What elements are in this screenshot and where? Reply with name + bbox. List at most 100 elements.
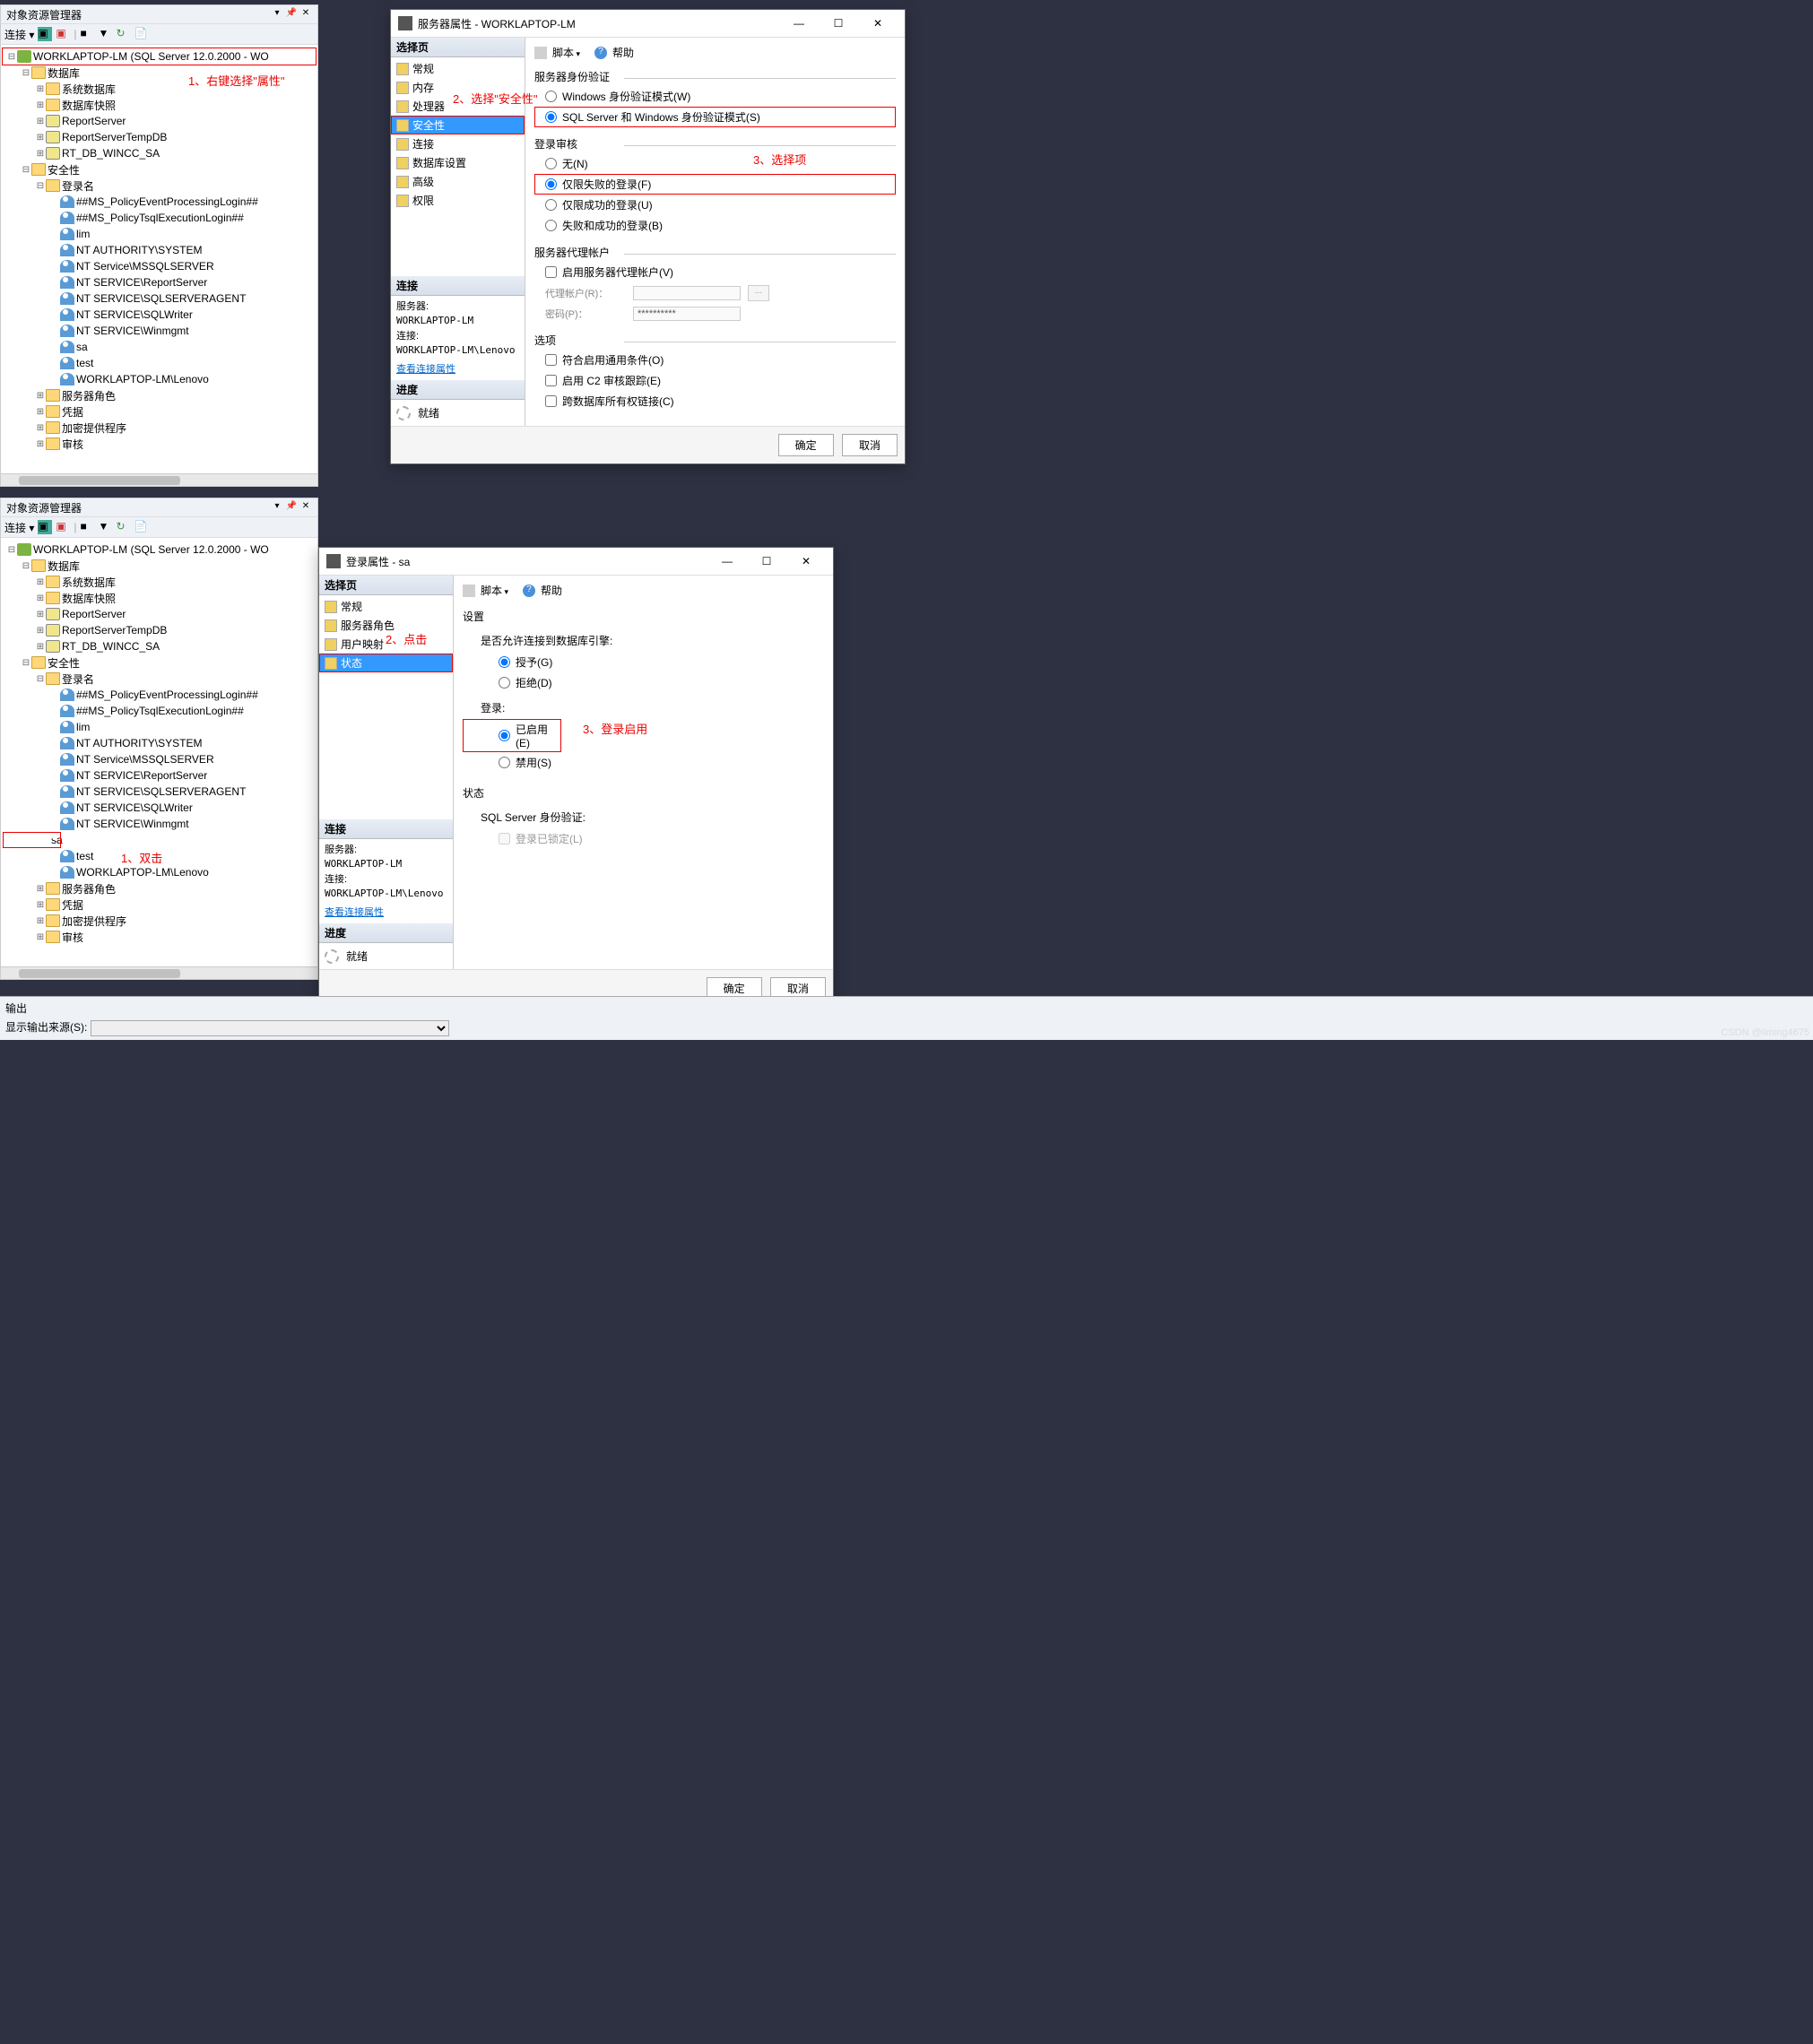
connect-icon[interactable]: ▣ xyxy=(38,27,52,41)
tree-view[interactable]: ⊟WORKLAPTOP-LM (SQL Server 12.0.2000 - W… xyxy=(1,538,317,966)
tree-item[interactable]: ⊞加密提供程序 xyxy=(3,913,316,929)
tree-item[interactable]: ⊞审核 xyxy=(3,929,316,945)
security-node[interactable]: ⊟安全性 xyxy=(3,161,316,178)
tree-item[interactable]: ⊞数据库快照 xyxy=(3,590,316,606)
login-item[interactable]: test xyxy=(3,355,316,371)
script-dropdown[interactable]: 脚本 xyxy=(481,583,508,598)
maximize-button[interactable]: ☐ xyxy=(747,549,786,574)
pin-icon[interactable]: 📌 xyxy=(285,8,298,21)
dialog-titlebar[interactable]: 登录属性 - sa — ☐ ✕ xyxy=(319,548,833,575)
login-item[interactable]: ##MS_PolicyTsqlExecutionLogin## xyxy=(3,703,316,719)
tree-item[interactable]: ⊞ReportServer xyxy=(3,113,316,129)
cross-db-check[interactable] xyxy=(545,395,557,407)
page-permissions[interactable]: 权限 xyxy=(391,191,525,210)
page-general[interactable]: 常规 xyxy=(391,59,525,78)
audit-failed-radio[interactable] xyxy=(545,178,557,190)
close-icon[interactable]: ✕ xyxy=(299,501,312,514)
deny-radio[interactable] xyxy=(499,677,510,689)
view-connection-props-link[interactable]: 查看连接属性 xyxy=(396,364,455,375)
tree-item[interactable]: ⊞加密提供程序 xyxy=(3,420,316,436)
sql-auth-radio[interactable] xyxy=(545,111,557,123)
page-db-settings[interactable]: 数据库设置 xyxy=(391,153,525,172)
horizontal-scrollbar[interactable] xyxy=(1,473,317,486)
dialog-titlebar[interactable]: 服务器属性 - WORKLAPTOP-LM — ☐ ✕ xyxy=(391,10,905,37)
page-status[interactable]: 状态 xyxy=(319,654,453,672)
filter-icon[interactable]: ▼ xyxy=(98,520,112,534)
login-item[interactable]: NT SERVICE\SQLWriter xyxy=(3,307,316,323)
logins-node[interactable]: ⊟登录名 xyxy=(3,671,316,687)
login-item[interactable]: NT SERVICE\SQLWriter xyxy=(3,800,316,816)
close-button[interactable]: ✕ xyxy=(858,11,898,36)
stop-icon[interactable]: ■ xyxy=(80,520,94,534)
maximize-button[interactable]: ☐ xyxy=(819,11,858,36)
login-item[interactable]: WORKLAPTOP-LM\Lenovo xyxy=(3,371,316,387)
output-source-select[interactable] xyxy=(91,1020,449,1036)
audit-success-radio[interactable] xyxy=(545,199,557,211)
tree-item[interactable]: ⊞系统数据库 xyxy=(3,574,316,590)
script-dropdown[interactable]: 脚本 xyxy=(552,45,580,60)
login-item[interactable]: NT SERVICE\ReportServer xyxy=(3,274,316,290)
login-item[interactable]: lim xyxy=(3,719,316,735)
help-button[interactable]: 帮助 xyxy=(541,583,562,598)
login-item[interactable]: ##MS_PolicyEventProcessingLogin## xyxy=(3,687,316,703)
login-item[interactable]: NT SERVICE\Winmgmt xyxy=(3,816,316,832)
logins-node[interactable]: ⊟登录名 xyxy=(3,178,316,194)
help-button[interactable]: 帮助 xyxy=(612,45,634,60)
ok-button[interactable]: 确定 xyxy=(778,434,834,456)
dropdown-icon[interactable]: ▾ xyxy=(271,8,283,21)
login-item[interactable]: WORKLAPTOP-LM\Lenovo xyxy=(3,864,316,880)
login-item[interactable]: ##MS_PolicyEventProcessingLogin## xyxy=(3,194,316,210)
login-item[interactable]: NT SERVICE\SQLSERVERAGENT xyxy=(3,784,316,800)
windows-auth-radio[interactable] xyxy=(545,91,557,102)
login-item-sa[interactable]: sa xyxy=(3,339,316,355)
login-item[interactable]: NT Service\MSSQLSERVER xyxy=(3,258,316,274)
login-item[interactable]: NT AUTHORITY\SYSTEM xyxy=(3,735,316,751)
page-security[interactable]: 安全性 xyxy=(391,116,525,134)
login-item-sa[interactable]: sa xyxy=(3,832,61,848)
disconnect-icon[interactable]: ▣ xyxy=(56,520,70,534)
page-advanced[interactable]: 高级 xyxy=(391,172,525,191)
tree-item[interactable]: ⊞ReportServerTempDB xyxy=(3,622,316,638)
connect-dropdown[interactable]: 连接 ▾ xyxy=(4,27,34,42)
filter-icon[interactable]: ▼ xyxy=(98,27,112,41)
page-general[interactable]: 常规 xyxy=(319,597,453,616)
common-criteria-check[interactable] xyxy=(545,354,557,366)
server-root-node[interactable]: ⊟WORKLAPTOP-LM (SQL Server 12.0.2000 - W… xyxy=(3,541,316,558)
close-button[interactable]: ✕ xyxy=(786,549,826,574)
login-item[interactable]: ##MS_PolicyTsqlExecutionLogin## xyxy=(3,210,316,226)
login-item[interactable]: NT SERVICE\Winmgmt xyxy=(3,323,316,339)
server-root-node[interactable]: ⊟WORKLAPTOP-LM (SQL Server 12.0.2000 - W… xyxy=(3,48,316,65)
audit-both-radio[interactable] xyxy=(545,220,557,231)
cancel-button[interactable]: 取消 xyxy=(842,434,898,456)
enable-proxy-check[interactable] xyxy=(545,266,557,278)
refresh-icon[interactable]: ↻ xyxy=(116,27,130,41)
disabled-radio[interactable] xyxy=(499,757,510,768)
tree-item[interactable]: ⊞凭据 xyxy=(3,896,316,913)
login-item[interactable]: NT Service\MSSQLSERVER xyxy=(3,751,316,767)
page-connections[interactable]: 连接 xyxy=(391,134,525,153)
audit-none-radio[interactable] xyxy=(545,158,557,169)
stop-icon[interactable]: ■ xyxy=(80,27,94,41)
tree-item[interactable]: ⊞ReportServerTempDB xyxy=(3,129,316,145)
disconnect-icon[interactable]: ▣ xyxy=(56,27,70,41)
security-node[interactable]: ⊟安全性 xyxy=(3,654,316,671)
close-icon[interactable]: ✕ xyxy=(299,8,312,21)
horizontal-scrollbar[interactable] xyxy=(1,966,317,979)
tree-view[interactable]: ⊟WORKLAPTOP-LM (SQL Server 12.0.2000 - W… xyxy=(1,45,317,473)
enabled-radio[interactable] xyxy=(499,730,510,741)
script-icon[interactable]: 📄 xyxy=(134,520,148,534)
login-item[interactable]: NT SERVICE\ReportServer xyxy=(3,767,316,784)
connect-icon[interactable]: ▣ xyxy=(38,520,52,534)
dropdown-icon[interactable]: ▾ xyxy=(271,501,283,514)
tree-item[interactable]: ⊞RT_DB_WINCC_SA xyxy=(3,638,316,654)
login-item[interactable]: NT SERVICE\SQLSERVERAGENT xyxy=(3,290,316,307)
tree-item[interactable]: ⊞服务器角色 xyxy=(3,387,316,403)
login-item[interactable]: NT AUTHORITY\SYSTEM xyxy=(3,242,316,258)
minimize-button[interactable]: — xyxy=(707,549,747,574)
tree-item[interactable]: ⊞服务器角色 xyxy=(3,880,316,896)
view-connection-props-link[interactable]: 查看连接属性 xyxy=(325,907,384,918)
c2-audit-check[interactable] xyxy=(545,375,557,386)
databases-node[interactable]: ⊟数据库 xyxy=(3,558,316,574)
refresh-icon[interactable]: ↻ xyxy=(116,520,130,534)
login-item[interactable]: lim xyxy=(3,226,316,242)
